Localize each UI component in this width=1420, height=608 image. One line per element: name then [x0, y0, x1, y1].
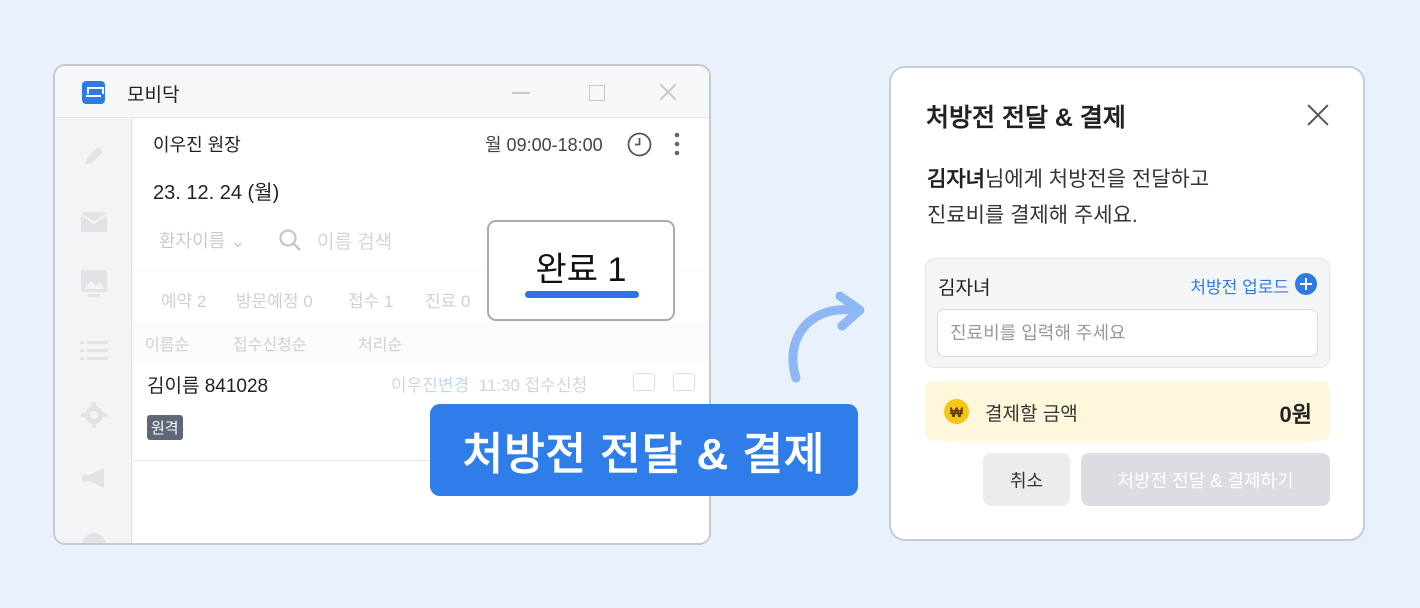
memo-icon[interactable] [673, 373, 695, 391]
prescription-payment-callout: 처방전 전달 & 결제 [430, 404, 858, 496]
window-titlebar: 모비닥 [55, 66, 709, 118]
recipient-name: 김자녀 [927, 168, 985, 191]
tab-visit-scheduled[interactable]: 방문예정 0 [236, 287, 313, 312]
video-icon[interactable] [633, 373, 655, 391]
patient-fee-box: 김자녀 처방전 업로드 [925, 258, 1330, 368]
done-underline [525, 291, 639, 298]
won-coin-icon: ₩ [944, 399, 969, 424]
chevron-down-icon: ⌄ [230, 231, 246, 251]
message-line1: 님에게 처방전을 전달하고 [984, 168, 1210, 191]
app-logo-icon [82, 81, 105, 104]
chat-icon[interactable] [80, 527, 108, 543]
row-doctor: 이우진 [391, 376, 438, 395]
fee-input[interactable] [937, 309, 1318, 357]
patient-name: 김자녀 [938, 278, 991, 299]
payment-amount-box: ₩ 결제할 금액 0원 [925, 381, 1330, 441]
done-count-label: 완료 1 [535, 251, 627, 289]
dialog-message: 김자녀님에게 처방전을 전달하고 진료비를 결제해 주세요. [927, 162, 1209, 234]
pencil-icon[interactable] [80, 143, 108, 169]
row-time-status: 11:30 접수신청 [478, 376, 588, 395]
megaphone-icon[interactable] [80, 466, 108, 492]
patient-select[interactable]: 환자이름 ⌄ [159, 227, 245, 253]
send-and-pay-button[interactable]: 처방전 전달 & 결제하기 [1081, 453, 1330, 506]
current-date: 23. 12. 24 (월) [153, 182, 280, 204]
sort-by-request[interactable]: 접수신청순 [233, 331, 307, 355]
remote-badge: 원격 [147, 415, 183, 440]
minimize-icon[interactable] [511, 82, 531, 102]
sort-bar: 이름순 접수신청순 처리순 [133, 323, 709, 361]
sort-by-processing[interactable]: 처리순 [358, 331, 402, 355]
amount-value: 0원 [1279, 402, 1312, 427]
app-title: 모비닥 [127, 85, 180, 106]
tab-reception[interactable]: 접수 1 [348, 287, 393, 312]
patient-name-birth: 김이름 841028 [147, 376, 269, 397]
plus-icon[interactable] [1295, 273, 1317, 295]
search-input[interactable]: 이름 검색 [317, 227, 392, 254]
done-count-card: 완료 1 [487, 220, 675, 321]
upload-prescription-link[interactable]: 처방전 업로드 [1190, 273, 1289, 298]
patient-select-label: 환자이름 [159, 231, 226, 251]
maximize-icon[interactable] [586, 82, 606, 102]
doctor-name: 이우진 원장 [153, 135, 241, 155]
close-icon[interactable] [1307, 104, 1329, 126]
sort-by-name[interactable]: 이름순 [145, 331, 189, 355]
list-icon[interactable] [80, 337, 108, 363]
office-hours: 월 09:00-18:00 [485, 135, 603, 155]
clock-icon[interactable] [627, 132, 652, 157]
prescription-payment-dialog: 처방전 전달 & 결제 김자녀님에게 처방전을 전달하고 진료비를 결제해 주세… [889, 66, 1365, 541]
message-line2: 진료비를 결제해 주세요. [927, 204, 1138, 227]
cancel-button[interactable]: 취소 [983, 453, 1070, 506]
dialog-title: 처방전 전달 & 결제 [926, 104, 1126, 132]
close-window-icon[interactable] [658, 82, 678, 102]
image-icon[interactable] [80, 270, 108, 297]
gear-icon[interactable] [80, 402, 108, 428]
tab-reservation[interactable]: 예약 2 [161, 287, 206, 312]
curved-arrow-icon [788, 291, 865, 383]
mail-icon[interactable] [80, 209, 108, 235]
change-doctor-link[interactable]: 변경 [438, 376, 469, 395]
tab-treatment[interactable]: 진료 0 [425, 287, 470, 312]
sidebar [55, 119, 132, 543]
amount-label: 결제할 금액 [985, 404, 1078, 425]
more-options-icon[interactable] [673, 131, 681, 157]
row-meta: 이우진변경 11:30 접수신청 [391, 371, 587, 396]
search-icon [278, 228, 302, 252]
